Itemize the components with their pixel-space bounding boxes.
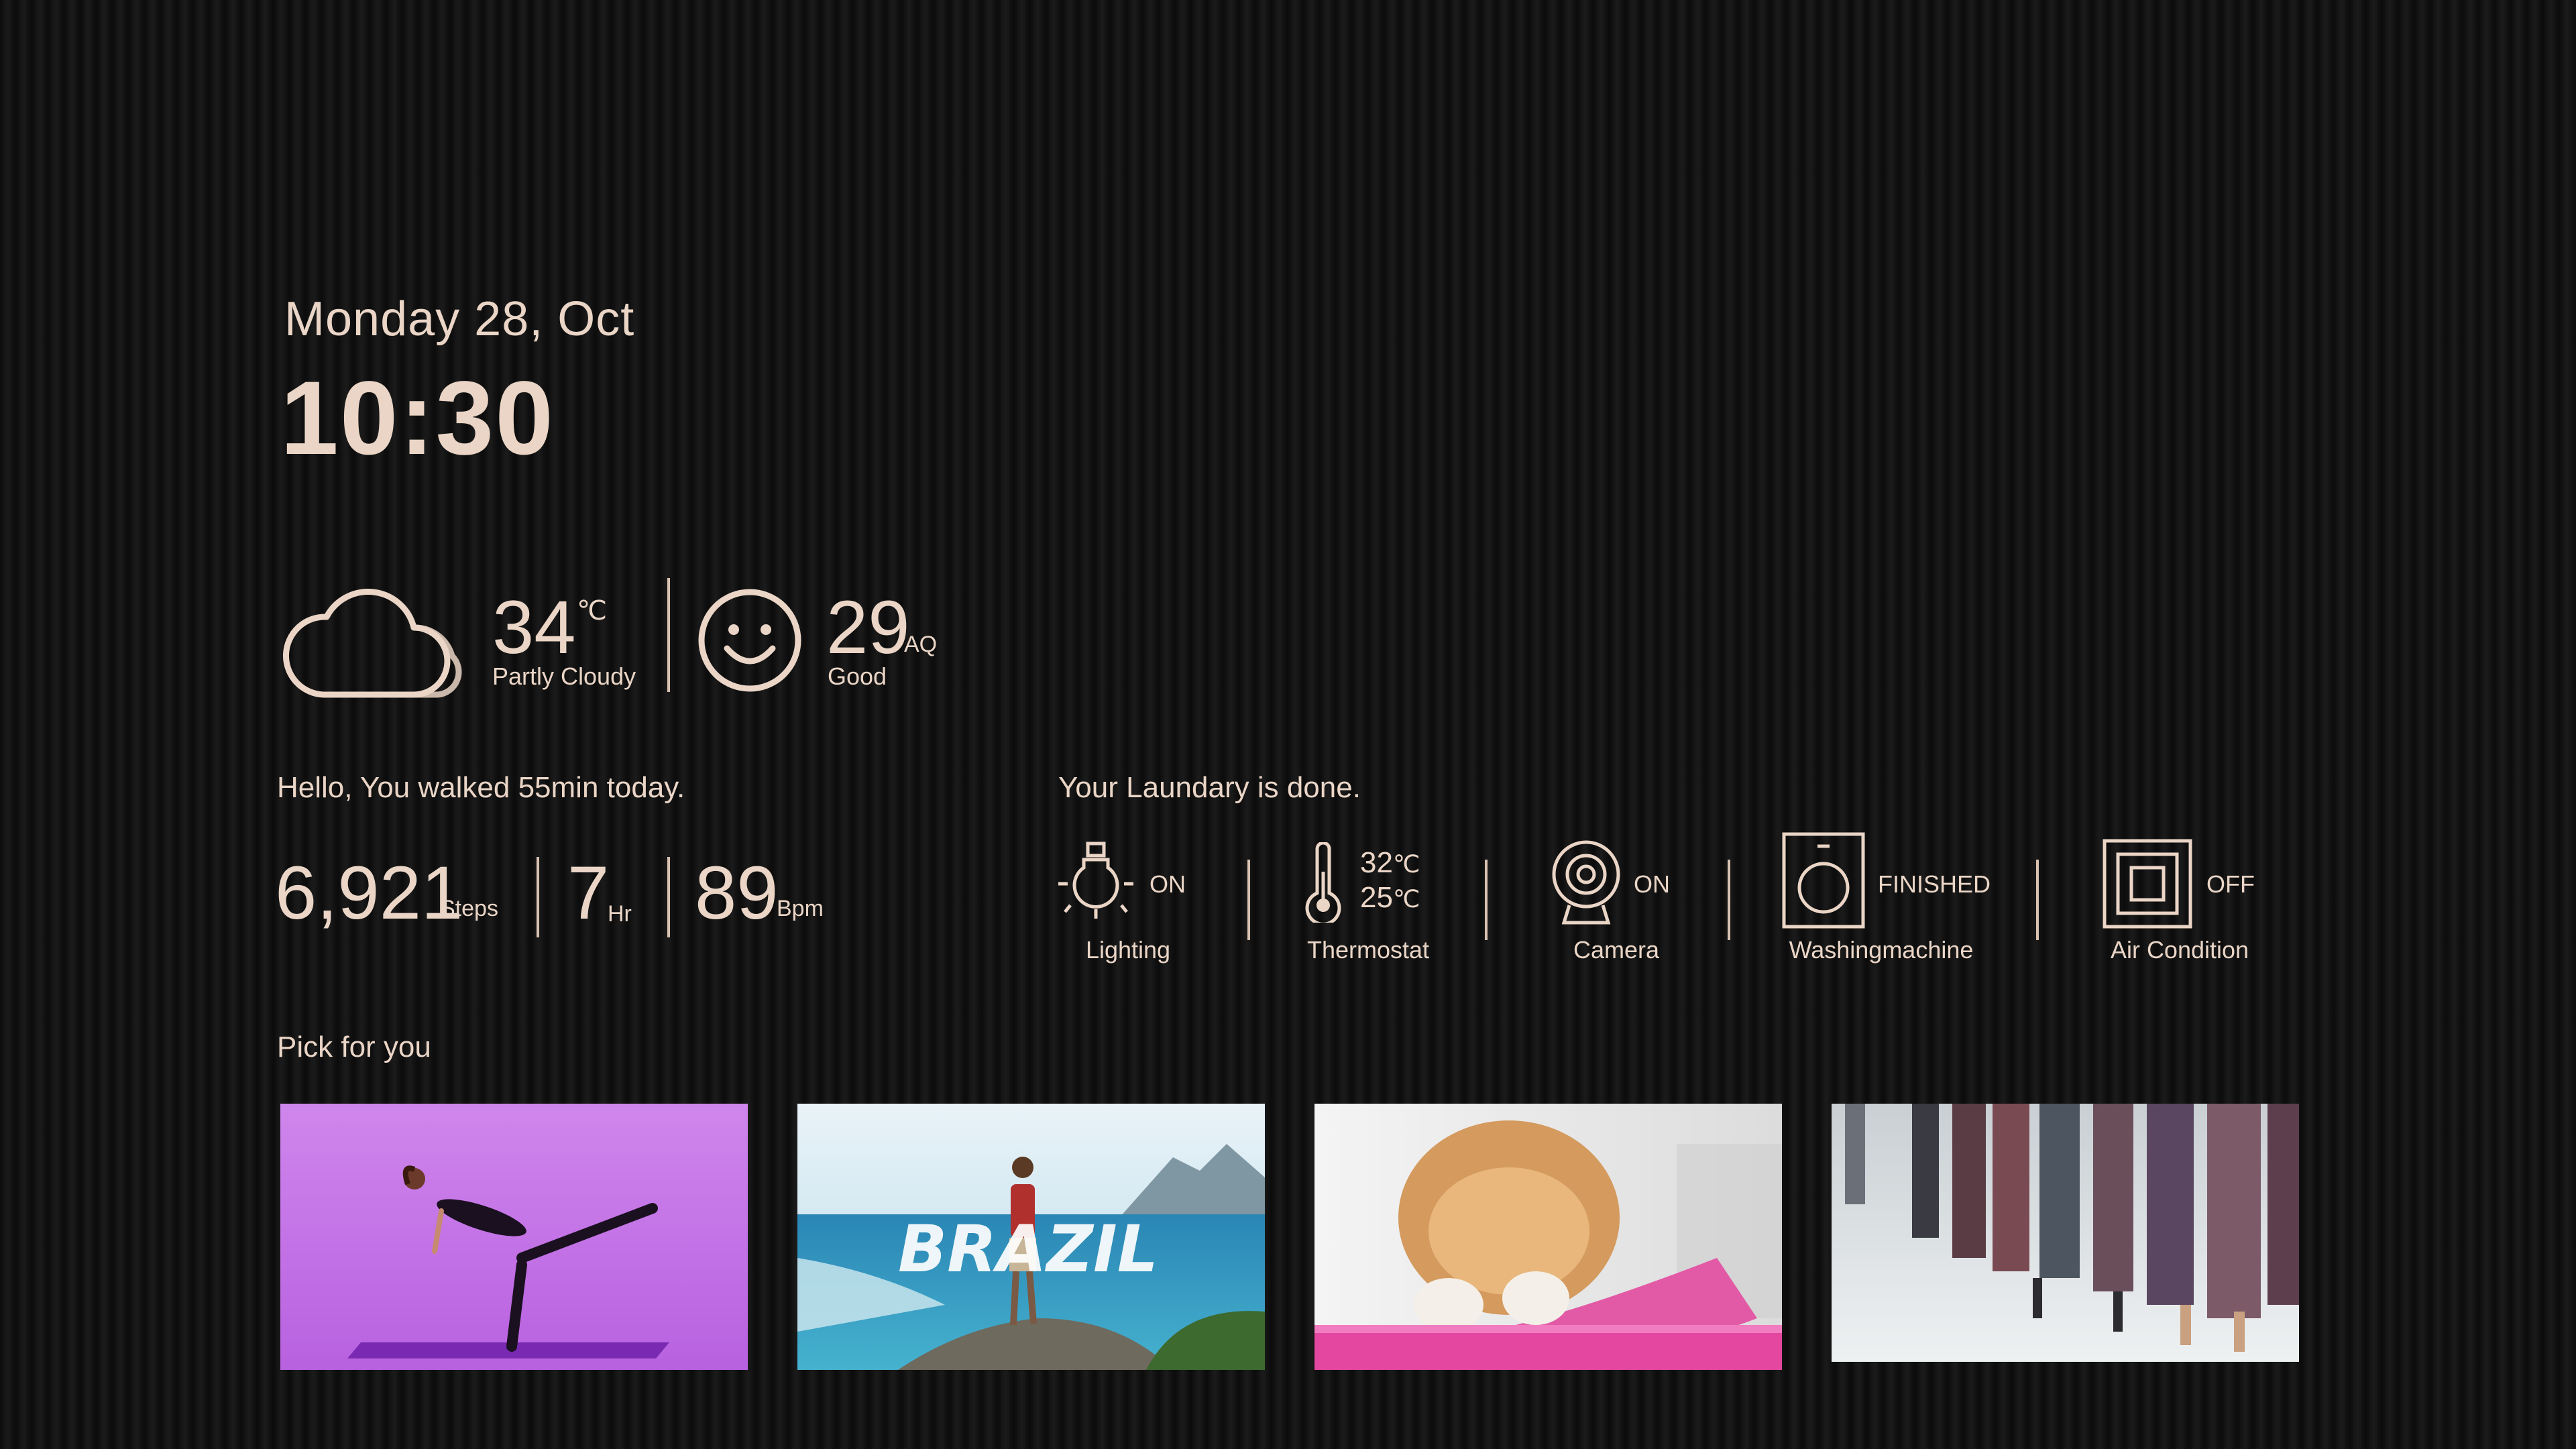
- heart-rate-value: 89: [695, 851, 779, 935]
- washing-machine-status: FINISHED: [1878, 870, 1991, 898]
- activity-divider-1: [537, 857, 539, 937]
- cloud-icon: [276, 575, 471, 700]
- fashion-runway-image: [1832, 1104, 2299, 1362]
- lighting-label[interactable]: Lighting: [1073, 936, 1183, 964]
- steps-unit: Steps: [440, 896, 498, 921]
- air-conditioner-icon[interactable]: [2102, 838, 2193, 933]
- thermostat-high-temp: 32℃: [1360, 846, 1420, 879]
- weather-divider: [667, 578, 670, 692]
- device-divider-2: [1485, 860, 1488, 940]
- brazil-travel-card[interactable]: BRAZIL: [797, 1104, 1265, 1370]
- device-divider-3: [1728, 860, 1730, 940]
- steps-value: 6,921: [275, 851, 463, 935]
- camera-label[interactable]: Camera: [1543, 936, 1690, 964]
- picks-title: Pick for you: [277, 1031, 431, 1063]
- air-condition-status: OFF: [2206, 870, 2255, 898]
- activity-divider-2: [667, 857, 670, 937]
- washing-machine-label[interactable]: Washingmachine: [1764, 936, 1999, 964]
- washing-machine-icon[interactable]: [1781, 831, 1866, 933]
- yoga-card[interactable]: [280, 1104, 748, 1370]
- brazil-overlay-text: BRAZIL: [898, 1212, 1158, 1287]
- device-divider-1: [1247, 860, 1250, 940]
- camera-icon[interactable]: [1549, 839, 1623, 930]
- air-quality-value: 29: [826, 585, 910, 669]
- air-condition-label[interactable]: Air Condition: [2086, 936, 2274, 964]
- yoga-image: [280, 1104, 748, 1370]
- sleep-hours-value: 7: [567, 851, 610, 935]
- device-divider-4: [2036, 860, 2039, 940]
- weather-condition: Partly Cloudy: [492, 662, 636, 690]
- home-dashboard: { "date": "Monday 28, Oct", "time": "10:…: [0, 0, 2576, 1449]
- smiley-face-icon: [696, 587, 803, 694]
- puppy-card[interactable]: [1314, 1104, 1782, 1370]
- activity-greeting: Hello, You walked 55min today.: [277, 771, 685, 804]
- thermometer-icon[interactable]: [1300, 841, 1347, 926]
- sleep-hours-unit: Hr: [608, 901, 632, 927]
- heart-rate-unit: Bpm: [777, 896, 824, 921]
- thermostat-label[interactable]: Thermostat: [1294, 936, 1442, 964]
- air-quality-unit: AQ: [904, 632, 938, 657]
- fashion-runway-card[interactable]: [1832, 1104, 2299, 1362]
- camera-status: ON: [1634, 870, 1670, 898]
- temperature-value: 34: [492, 585, 576, 669]
- lighting-status: ON: [1150, 870, 1186, 898]
- brazil-image: BRAZIL: [797, 1104, 1265, 1370]
- clock-time: 10:30: [280, 360, 555, 477]
- date-label: Monday 28, Oct: [284, 292, 635, 346]
- air-quality-status: Good: [828, 662, 887, 690]
- home-message: Your Laundary is done.: [1058, 771, 1361, 804]
- temperature-unit: ℃: [577, 596, 607, 626]
- thermostat-low-temp: 25℃: [1360, 881, 1420, 914]
- puppy-image: [1314, 1104, 1782, 1370]
- light-bulb-icon[interactable]: [1056, 839, 1136, 923]
